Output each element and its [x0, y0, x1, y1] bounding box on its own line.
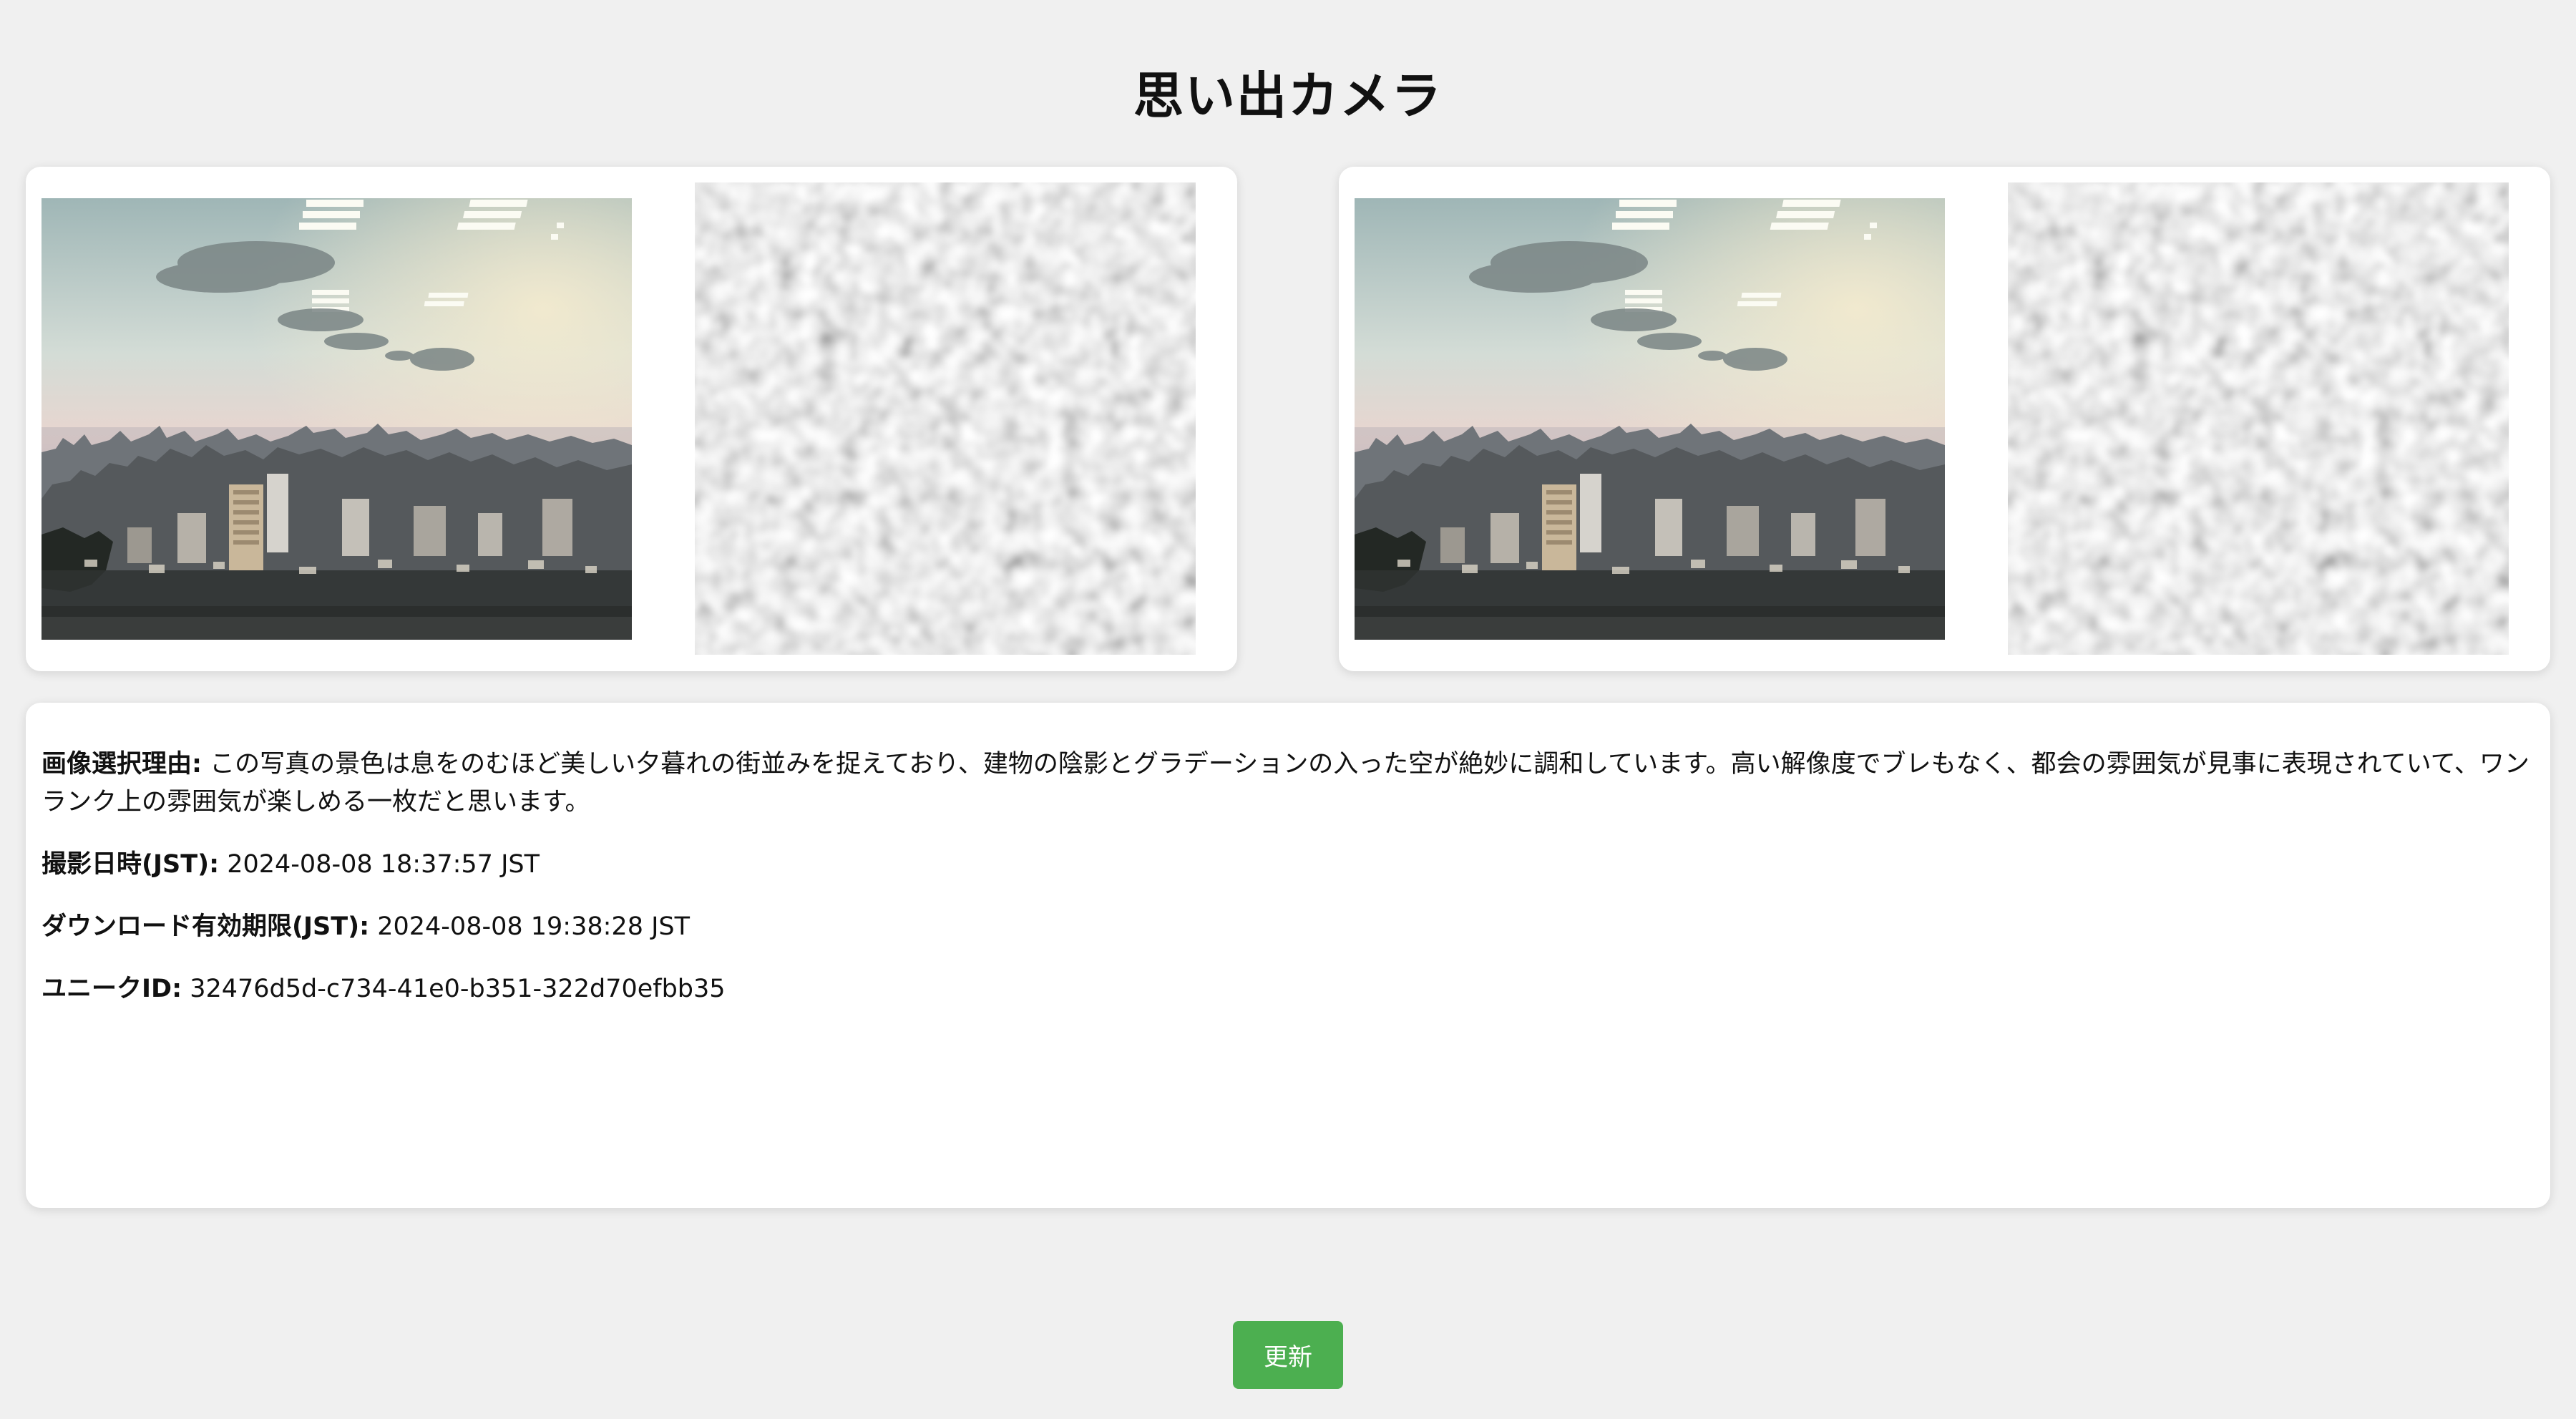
city-photo-image — [42, 198, 632, 640]
taken-row: 撮影日時(JST): 2024-08-08 18:37:57 JST — [42, 846, 2532, 884]
city-photo-image — [1355, 198, 1945, 640]
unique-id-row: ユニークID: 32476d5d-c734-41e0-b351-322d70ef… — [42, 970, 2532, 1008]
taken-label: 撮影日時(JST): — [42, 850, 220, 879]
unique-id-value: 32476d5d-c734-41e0-b351-322d70efbb35 — [182, 975, 726, 1003]
city-photo — [1355, 198, 1945, 640]
qr-code-icon — [2008, 182, 2509, 655]
expiry-row: ダウンロード有効期限(JST): 2024-08-08 19:38:28 JST — [42, 908, 2532, 946]
reason-text: この写真の景色は息をのむほど美しい夕暮れの街並みを捉えており、建物の陰影とグラデ… — [42, 750, 2529, 816]
reason-row: 画像選択理由: この写真の景色は息をのむほど美しい夕暮れの街並みを捉えており、建… — [42, 746, 2532, 821]
page-title: 思い出カメラ — [1133, 67, 1443, 125]
unique-id-label: ユニークID: — [42, 975, 182, 1003]
qr-code-icon — [695, 182, 1196, 655]
taken-value: 2024-08-08 18:37:57 JST — [219, 850, 540, 879]
info-card: 画像選択理由: この写真の景色は息をのむほど美しい夕暮れの街並みを捉えており、建… — [26, 703, 2550, 1208]
refresh-button[interactable]: 更新 — [1233, 1321, 1343, 1389]
city-photo — [42, 198, 632, 640]
photo-card-1 — [26, 167, 1237, 671]
reason-label: 画像選択理由: — [42, 750, 202, 779]
photo-card-2 — [1339, 167, 2550, 671]
info-text: 画像選択理由: この写真の景色は息をのむほど美しい夕暮れの街並みを捉えており、建… — [42, 746, 2532, 1033]
expiry-label: ダウンロード有効期限(JST): — [42, 912, 370, 941]
expiry-value: 2024-08-08 19:38:28 JST — [369, 912, 690, 941]
